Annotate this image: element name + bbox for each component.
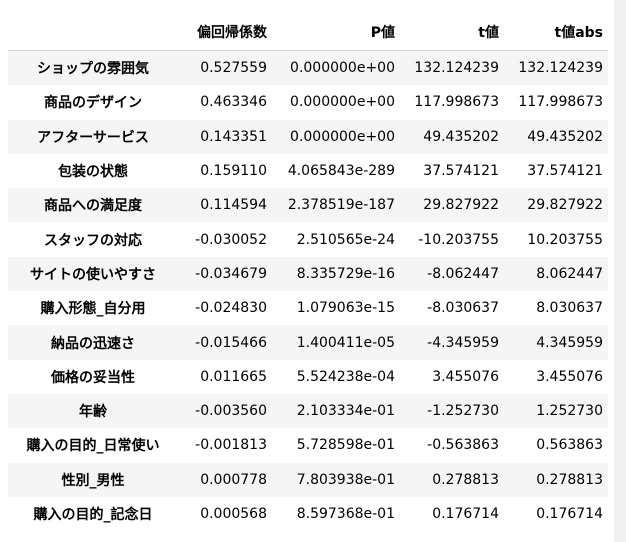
header-p-value: P値 (272, 14, 400, 51)
row-label: スタッフの対応 (44, 232, 142, 249)
header-coef: 偏回帰係数 (178, 14, 272, 51)
cell-t-abs: 37.574121 (527, 163, 603, 180)
cell-t-value: 0.176714 (432, 506, 499, 522)
table-row: サイトの使いやすさ -0.034679 8.335729e-16 -8.062447 8… (8, 256, 608, 292)
cell-coef: 0.143351 (200, 128, 267, 145)
cell-t-value: -4.345959 (427, 334, 499, 351)
cell-t-abs: 1.252730 (536, 403, 603, 420)
cell-t-abs: 132.124239 (518, 60, 603, 77)
row-label: 年齢 (79, 404, 107, 421)
row-label: サイトの使いやすさ (30, 266, 156, 283)
table-row: 商品のデザイン 0.463346 0.000000e+00 117.998673 117… (8, 85, 608, 120)
cell-t-value: 3.455076 (432, 368, 499, 385)
cell-coef: 0.463346 (200, 94, 267, 111)
cell-p-value: 1.400411e-05 (296, 334, 395, 351)
row-label: アフターサービス (37, 129, 149, 146)
cell-coef: 0.159110 (200, 163, 267, 180)
table-row: 価格の妥当性 0.011665 5.524238e-04 3.455076 3.4550… (8, 359, 608, 394)
cell-t-abs: 29.827922 (527, 197, 603, 214)
cell-p-value: 4.065843e-289 (287, 163, 395, 180)
row-label: 包装の状態 (58, 164, 128, 181)
header-index (8, 14, 178, 51)
cell-coef: -0.030052 (195, 231, 267, 248)
cell-t-abs: 10.203755 (527, 231, 603, 248)
cell-t-abs: 8.062447 (536, 265, 603, 282)
cell-t-value: 132.124239 (414, 60, 499, 77)
cell-coef: -0.024830 (195, 300, 267, 317)
cell-p-value: 8.597368e-01 (296, 506, 395, 522)
scrollbar-track[interactable] (614, 0, 626, 542)
header-t-abs: t値abs (504, 14, 608, 51)
cell-p-value: 0.000000e+00 (290, 60, 395, 77)
row-label: 商品のデザイン (44, 95, 142, 112)
header-t-value: t値 (400, 14, 504, 51)
cell-coef: 0.114594 (200, 197, 267, 214)
cell-t-abs: 0.278813 (536, 471, 603, 488)
cell-t-abs: 8.030637 (536, 300, 603, 317)
row-label: 納品の迅速さ (51, 335, 135, 352)
row-label: 購入の目的_日常使い (26, 438, 160, 455)
cell-p-value: 0.000000e+00 (290, 128, 395, 145)
table-row: 年齢 -0.003560 2.103334e-01 -1.252730 1.252730 (8, 393, 608, 429)
cell-t-value: 37.574121 (423, 163, 499, 180)
cell-p-value: 0.000000e+00 (290, 94, 395, 111)
cell-t-abs: 117.998673 (518, 94, 603, 111)
cell-coef: 0.000568 (200, 506, 267, 522)
cell-coef: 0.011665 (200, 368, 267, 385)
cell-t-abs: 0.563863 (536, 437, 603, 454)
cell-p-value: 2.378519e-187 (287, 197, 395, 214)
table-row: ショップの雰囲気 0.527559 0.000000e+00 132.124239 13… (8, 50, 608, 86)
table-row: 購入の目的_日常使い -0.001813 5.728598e-01 -0.563863… (8, 428, 608, 463)
cell-t-value: 0.278813 (432, 471, 499, 488)
cell-t-value: -0.563863 (427, 437, 499, 454)
cell-t-value: 29.827922 (423, 197, 499, 214)
cell-t-value: 49.435202 (423, 128, 499, 145)
cell-coef: 0.000778 (200, 471, 267, 488)
row-label: ショップの雰囲気 (37, 61, 149, 78)
cell-t-value: -1.252730 (427, 403, 499, 420)
cell-t-value: 117.998673 (414, 94, 499, 111)
table-row: 納品の迅速さ -0.015466 1.400411e-05 -4.345959 4.34… (8, 325, 608, 360)
cell-coef: -0.001813 (195, 437, 267, 454)
cell-p-value: 7.803938e-01 (296, 471, 395, 488)
row-label: 商品への満足度 (44, 198, 142, 215)
cell-coef: -0.003560 (195, 403, 267, 420)
table-row: 包装の状態 0.159110 4.065843e-289 37.574121 37.57… (8, 153, 608, 189)
row-label: 購入の目的_記念日 (33, 507, 153, 523)
cell-t-value: -10.203755 (418, 231, 499, 248)
cell-t-value: -8.030637 (427, 300, 499, 317)
dataframe-output: 偏回帰係数 P値 t値 t値abs ショップの雰囲気 0.527559 0.0000… (0, 0, 626, 542)
cell-coef: 0.527559 (200, 60, 267, 77)
cell-p-value: 1.079063e-15 (296, 300, 395, 317)
row-label: 価格の妥当性 (51, 369, 135, 386)
cell-p-value: 5.728598e-01 (296, 437, 395, 454)
cell-t-abs: 0.176714 (536, 506, 603, 522)
cell-p-value: 5.524238e-04 (296, 368, 395, 385)
cell-p-value: 2.103334e-01 (296, 403, 395, 420)
table-row: 購入形態_自分用 -0.024830 1.079063e-15 -8.030637 8.… (8, 291, 608, 326)
table-body: ショップの雰囲気 0.527559 0.000000e+00 132.124239 13… (8, 50, 608, 532)
cell-t-abs: 49.435202 (527, 128, 603, 145)
table-header: 偏回帰係数 P値 t値 t値abs (8, 14, 608, 51)
cell-t-value: -8.062447 (427, 265, 499, 282)
row-label: 性別_男性 (61, 472, 125, 489)
row-label: 購入形態_自分用 (40, 301, 146, 318)
table-row: 購入の目的_記念日 0.000568 8.597368e-01 0.176714 0.1… (8, 496, 608, 532)
cell-t-abs: 3.455076 (536, 368, 603, 385)
cell-coef: -0.015466 (195, 334, 267, 351)
header-row: 偏回帰係数 P値 t値 t値abs (8, 14, 608, 51)
table-row: 商品への満足度 0.114594 2.378519e-187 29.827922 29.… (8, 188, 608, 223)
regression-results-table: 偏回帰係数 P値 t値 t値abs ショップの雰囲気 0.527559 0.0000… (8, 14, 608, 532)
cell-p-value: 8.335729e-16 (296, 265, 395, 282)
cell-t-abs: 4.345959 (536, 334, 603, 351)
table-row: スタッフの対応 -0.030052 2.510565e-24 -10.203755 10… (8, 222, 608, 257)
cell-coef: -0.034679 (195, 265, 267, 282)
table-row: アフターサービス 0.143351 0.000000e+00 49.435202 49.… (8, 119, 608, 154)
cell-p-value: 2.510565e-24 (296, 231, 395, 248)
table-row: 性別_男性 0.000778 7.803938e-01 0.278813 0.27881… (8, 462, 608, 497)
